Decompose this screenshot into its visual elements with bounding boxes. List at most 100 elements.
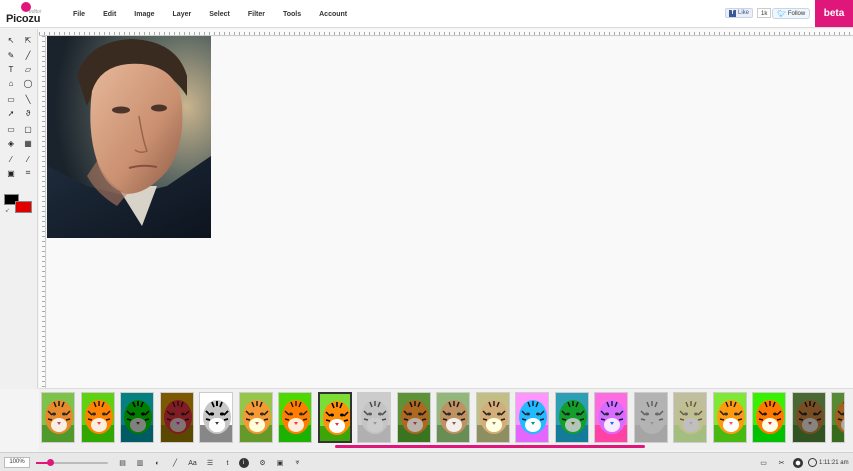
- tiger-thumbnail-image: [674, 393, 706, 442]
- select-move-tool-icon[interactable]: ⇱: [22, 34, 34, 46]
- vertical-ruler: [39, 36, 46, 388]
- tiger-thumbnail-image: [437, 393, 469, 442]
- rect-tool-icon[interactable]: ▭: [5, 123, 17, 135]
- history-icon[interactable]: ▥: [134, 457, 147, 469]
- filter-thumb-blue[interactable]: [515, 392, 549, 443]
- adjust-icon[interactable]: ☰: [204, 457, 217, 469]
- tiger-thumbnail-image: [792, 393, 825, 442]
- info-icon[interactable]: i: [238, 458, 249, 468]
- swap-colors-icon[interactable]: ↙: [5, 207, 10, 214]
- tiger-thumbnail-image: [160, 393, 193, 442]
- filter-strip-scrollbar[interactable]: [335, 445, 645, 448]
- filter-thumb-saturate[interactable]: [80, 392, 115, 443]
- ellipse-tool-icon[interactable]: ◯: [22, 77, 34, 89]
- main-menu: File Edit Image Layer Select Filter Tools Accou…: [64, 0, 356, 28]
- tiger-thumbnail-image: [121, 393, 153, 442]
- filter-thumb-sepia[interactable]: [475, 392, 510, 443]
- settings-icon[interactable]: ⚙: [256, 457, 269, 469]
- tiger-thumbnail-image: [358, 393, 390, 442]
- menu-filter[interactable]: Filter: [248, 11, 265, 18]
- filter-thumb-vivid[interactable]: [278, 392, 312, 443]
- pencil-tool-icon[interactable]: ✎: [5, 49, 17, 61]
- brush-tool-icon[interactable]: ╱: [22, 49, 34, 61]
- arrow-tool-icon[interactable]: ➚: [5, 107, 17, 119]
- shield-icon[interactable]: ⬢: [793, 458, 803, 468]
- menu-select[interactable]: Select: [209, 11, 230, 18]
- background-color-swatch[interactable]: [15, 201, 32, 213]
- filter-thumb-sketch[interactable]: [357, 392, 391, 443]
- filter-thumb-purple[interactable]: [594, 392, 628, 443]
- filter-thumb-red-edges[interactable]: [159, 392, 194, 443]
- palette-icon[interactable]: ◐: [151, 457, 164, 469]
- filter-thumb-pop[interactable]: [752, 392, 786, 443]
- tiger-thumbnail-image: [516, 393, 548, 442]
- zoom-slider-handle[interactable]: [47, 459, 55, 466]
- beta-badge: beta: [815, 0, 853, 27]
- rounded-rect-tool-icon[interactable]: ▭: [5, 93, 17, 105]
- ruler-tool-icon[interactable]: ⁄: [22, 153, 34, 165]
- menu-tools[interactable]: Tools: [283, 11, 301, 18]
- move-tool-icon[interactable]: ↖: [5, 34, 17, 46]
- line-tool-icon[interactable]: ╲: [22, 93, 34, 105]
- twitter-follow-label: Follow: [787, 10, 806, 17]
- image-tool-icon[interactable]: ▣: [5, 167, 17, 179]
- stamp-tool-icon[interactable]: ⌂: [5, 77, 17, 89]
- menu-account[interactable]: Account: [319, 11, 347, 18]
- filter-thumb-green-edges[interactable]: [120, 392, 154, 443]
- tiger-thumbnail-image: [832, 393, 844, 442]
- brush-icon[interactable]: ╱: [169, 457, 182, 469]
- filter-strip: [39, 388, 853, 451]
- menu-layer[interactable]: Layer: [173, 11, 192, 18]
- rect-select-tool-icon[interactable]: ▢: [22, 123, 34, 135]
- twitter-follow-button[interactable]: 🐦︎ Follow: [772, 8, 811, 19]
- facebook-like-label: Like: [738, 10, 750, 16]
- zoom-level[interactable]: 100%: [4, 457, 30, 468]
- screen-icon[interactable]: ▭: [757, 457, 770, 469]
- twitter-bird-icon: 🐦︎: [777, 10, 786, 18]
- filter-thumb-partial[interactable]: [831, 392, 845, 443]
- top-menubar: editor Picozu File Edit Image Layer Select Fi…: [0, 0, 853, 28]
- tiger-thumbnail-image: [279, 393, 311, 442]
- filter-thumb-night[interactable]: [791, 392, 826, 443]
- filter-thumb-pencil[interactable]: [633, 392, 668, 443]
- clock: 1:11:21 am: [808, 458, 849, 467]
- app-logo[interactable]: editor Picozu: [6, 2, 54, 26]
- filter-thumb-bright[interactable]: [712, 392, 747, 443]
- filter-thumb-contrast[interactable]: [317, 392, 352, 443]
- filter-thumb-muted[interactable]: [436, 392, 470, 443]
- clock-icon: [808, 458, 817, 467]
- crop-tool-icon[interactable]: ⌗: [22, 167, 34, 179]
- menu-file[interactable]: File: [73, 11, 85, 18]
- record-icon[interactable]: ▣: [274, 457, 287, 469]
- facebook-like-button[interactable]: f Like: [725, 8, 754, 18]
- canvas-image[interactable]: [47, 36, 211, 238]
- menu-image[interactable]: Image: [134, 11, 154, 18]
- fonts-icon[interactable]: Aa: [186, 457, 199, 469]
- tiger-thumbnail-image: [239, 393, 272, 442]
- filters-icon[interactable]: ⩔: [291, 457, 304, 469]
- tools-panel: ↙ ↖ ⇱ ✎ ╱ T ▱ ⌂ ◯ ▭ ╲ ➚ ϑ ▭ ▢ ◈ ▦ ⁄ ⁄ ▣ ⌗: [0, 29, 38, 389]
- tools-icon[interactable]: ✂: [775, 457, 788, 469]
- tiger-thumbnail-image: [595, 393, 627, 442]
- filter-thumb-paper[interactable]: [673, 392, 707, 443]
- filter-thumb-black-white[interactable]: [199, 392, 233, 443]
- eraser-tool-icon[interactable]: ▱: [22, 63, 34, 75]
- text-tool-icon[interactable]: T: [5, 63, 17, 75]
- picozu-editor: editor Picozu File Edit Image Layer Select Fi…: [0, 0, 853, 471]
- tiger-thumbnail-image: [397, 393, 430, 442]
- tiger-thumbnail-image: [555, 393, 588, 442]
- lasso-tool-icon[interactable]: ϑ: [22, 107, 34, 119]
- tiger-thumbnail-image: [634, 393, 667, 442]
- fill-tool-icon[interactable]: ◈: [5, 137, 17, 149]
- layers-icon[interactable]: ▤: [116, 457, 129, 469]
- eyedropper-tool-icon[interactable]: ⁄: [5, 153, 17, 165]
- twitter-icon[interactable]: t: [221, 457, 234, 469]
- filter-thumb-warm[interactable]: [238, 392, 273, 443]
- gradient-tool-icon[interactable]: ▦: [22, 137, 34, 149]
- filter-thumb-green[interactable]: [554, 392, 589, 443]
- tiger-thumbnail-image: [81, 393, 114, 442]
- filter-thumb-original[interactable]: [41, 392, 75, 443]
- menu-edit[interactable]: Edit: [103, 11, 116, 18]
- filter-thumb-dark[interactable]: [396, 392, 431, 443]
- clock-time: 1:11:21 am: [819, 459, 849, 466]
